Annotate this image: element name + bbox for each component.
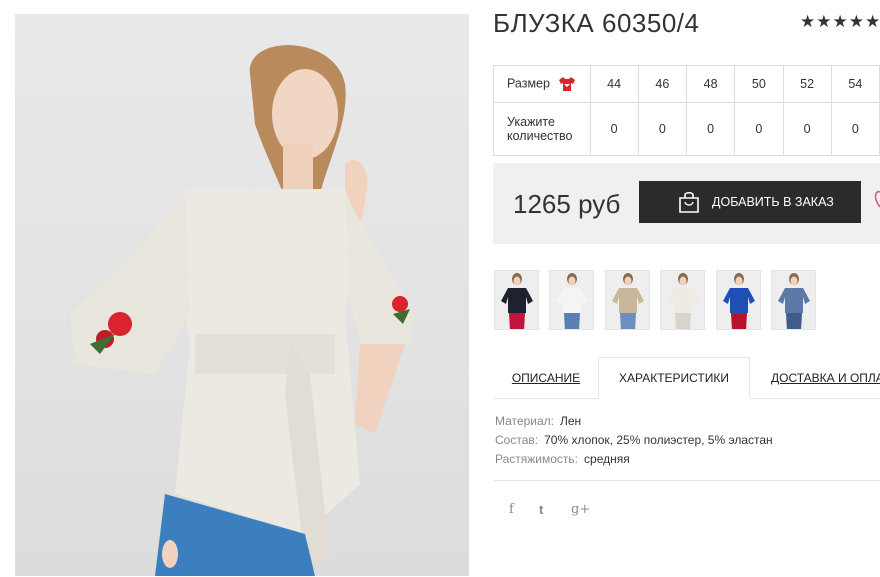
spec-composition-key: Состав: (495, 433, 539, 447)
price: 1265 руб (513, 189, 621, 219)
add-to-order-label: ДОБАВИТЬ В ЗАКАЗ (712, 195, 834, 209)
add-to-order-button[interactable]: ДОБАВИТЬ В ЗАКАЗ (639, 181, 861, 223)
spec-composition: Состав: 70% хлопок, 25% полиэстер, 5% эла… (495, 431, 773, 450)
size-50: 50 (734, 65, 784, 103)
size-label: Размер (507, 76, 550, 91)
size-row: Размер 44 46 48 50 52 54 (493, 65, 880, 103)
product-title: БЛУЗКА 60350/4 (493, 8, 700, 38)
thumbnail-figure (667, 273, 699, 329)
thumbnail-black[interactable] (494, 270, 539, 330)
thumbnail-figure (723, 273, 755, 329)
tab-characteristics[interactable]: ХАРАКТЕРИСТИКИ (598, 357, 750, 399)
product-tabs: ОПИСАНИЕ ХАРАКТЕРИСТИКИ ДОСТАВКА И ОПЛАТ… (494, 357, 880, 399)
thumbnail-figure (501, 273, 533, 329)
tab-characteristics-label: ХАРАКТЕРИСТИКИ (618, 371, 729, 385)
spec-material: Материал: Лен (495, 412, 773, 431)
size-54: 54 (830, 65, 880, 103)
spec-stretch-key: Растяжимость: (495, 452, 579, 466)
thumbnail-figure (778, 273, 810, 329)
tab-delivery-label: ДОСТАВКА И ОПЛАТА (771, 371, 880, 385)
thumbnail-ivory[interactable] (660, 270, 705, 330)
main-product-photo[interactable] (15, 14, 469, 576)
thumbnail-white-red[interactable] (549, 270, 594, 330)
quantity-input-54[interactable]: 0 (830, 102, 880, 156)
size-44: 44 (589, 65, 639, 103)
quantity-input-50[interactable]: 0 (734, 102, 784, 156)
wishlist-heart-icon[interactable] (870, 189, 880, 211)
size-46: 46 (637, 65, 688, 103)
spec-stretch: Растяжимость: средняя (495, 450, 773, 469)
thumbnail-royal-blue[interactable] (716, 270, 761, 330)
divider (494, 480, 880, 481)
thumbnail-beige[interactable] (605, 270, 650, 330)
shopping-bag-icon (679, 191, 699, 213)
tab-description[interactable]: ОПИСАНИЕ (494, 357, 598, 399)
spec-composition-value: 70% хлопок, 25% полиэстер, 5% эластан (544, 433, 773, 447)
quantity-input-52[interactable]: 0 (782, 102, 832, 156)
quantity-label: Укажите количество (493, 102, 591, 156)
quantity-input-46[interactable]: 0 (637, 102, 688, 156)
spec-material-key: Материал: (495, 414, 554, 428)
size-quantity-table: Размер 44 46 48 50 52 54 Укажите количес… (493, 65, 880, 156)
quantity-input-44[interactable]: 0 (589, 102, 639, 156)
thumbnail-figure (612, 273, 644, 329)
tab-description-label: ОПИСАНИЕ (511, 371, 581, 385)
size-52: 52 (782, 65, 832, 103)
thumbnail-figure (556, 273, 588, 329)
spec-material-value: Лен (559, 414, 582, 428)
size-chart-shirt-icon[interactable] (558, 76, 576, 92)
size-label-cell: Размер (493, 65, 591, 103)
twitter-share-icon[interactable]: t (539, 502, 543, 517)
quantity-input-48[interactable]: 0 (685, 102, 736, 156)
rating-stars[interactable]: ★★★★★ (800, 12, 880, 32)
price-bar: 1265 руб ДОБАВИТЬ В ЗАКАЗ (493, 163, 880, 244)
spec-stretch-value: средняя (584, 452, 630, 466)
characteristics-list: Материал: Лен Состав: 70% хлопок, 25% поли… (495, 412, 773, 469)
tab-delivery[interactable]: ДОСТАВКА И ОПЛАТА (750, 357, 880, 399)
model-illustration (70, 45, 415, 576)
thumbnail-denim[interactable] (771, 270, 816, 330)
size-48: 48 (685, 65, 736, 103)
quantity-row: Укажите количество 0 0 0 0 0 0 (493, 102, 880, 156)
facebook-share-icon[interactable]: f (509, 502, 514, 517)
google-plus-share-icon[interactable]: g+ (571, 502, 590, 517)
